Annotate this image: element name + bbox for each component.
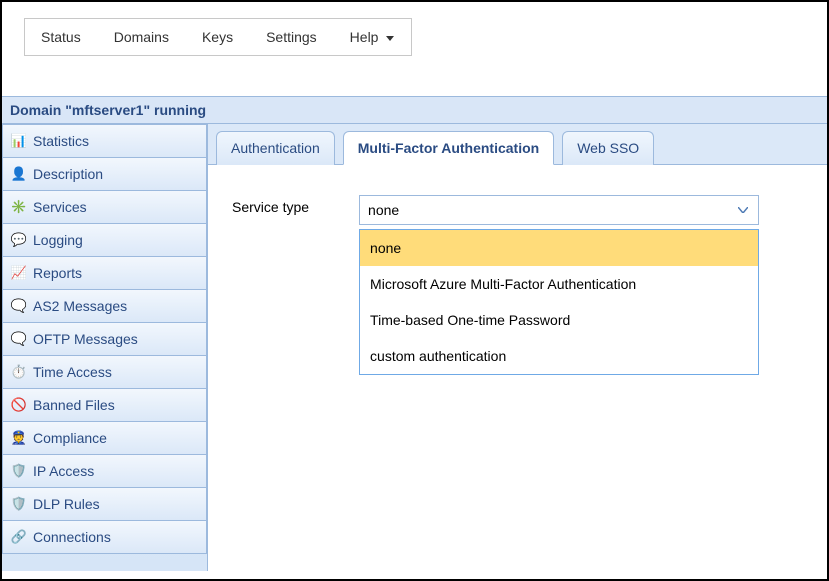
nav-help[interactable]: Help	[334, 19, 412, 55]
tab-strip: Authentication Multi-Factor Authenticati…	[208, 124, 827, 165]
dlp-rules-icon: 🛡️	[11, 496, 27, 512]
connections-icon: 🔗	[11, 529, 27, 545]
sidebar-item-label: Connections	[33, 529, 111, 545]
chevron-down-icon	[734, 196, 752, 224]
main-area: 📊 Statistics 👤 Description ✳️ Services 💬…	[2, 124, 827, 571]
sidebar-item-label: Description	[33, 166, 103, 182]
time-access-icon: ⏱️	[11, 364, 27, 380]
nav-status[interactable]: Status	[25, 19, 98, 55]
sidebar-item-label: Logging	[33, 232, 83, 248]
chevron-down-icon	[386, 36, 394, 41]
as2-icon: 🗨️	[11, 298, 27, 314]
sidebar-item-time-access[interactable]: ⏱️ Time Access	[2, 356, 207, 389]
content-panel: Authentication Multi-Factor Authenticati…	[208, 124, 827, 255]
service-type-select-wrap: none none Microsoft Azure Multi-Factor A…	[359, 195, 759, 225]
sidebar-item-label: Banned Files	[33, 397, 115, 413]
compliance-icon: 👮	[11, 430, 27, 446]
ip-access-icon: 🛡️	[11, 463, 27, 479]
service-type-label: Service type	[232, 195, 309, 215]
service-type-option-azure[interactable]: Microsoft Azure Multi-Factor Authenticat…	[360, 266, 758, 302]
nav-settings[interactable]: Settings	[250, 19, 334, 55]
nav-domains[interactable]: Domains	[98, 19, 186, 55]
tab-body: Service type none none Microsoft Azure M…	[208, 165, 827, 255]
sidebar-item-services[interactable]: ✳️ Services	[2, 191, 207, 224]
service-type-option-totp[interactable]: Time-based One-time Password	[360, 302, 758, 338]
banned-files-icon: 🚫	[11, 397, 27, 413]
statistics-icon: 📊	[11, 133, 27, 149]
service-type-select[interactable]: none	[359, 195, 759, 225]
sidebar-item-label: Time Access	[33, 364, 112, 380]
nav-help-label: Help	[350, 29, 379, 45]
tab-web-sso[interactable]: Web SSO	[562, 131, 654, 165]
sidebar-item-label: Services	[33, 199, 87, 215]
sidebar-item-logging[interactable]: 💬 Logging	[2, 224, 207, 257]
tab-mfa[interactable]: Multi-Factor Authentication	[343, 131, 554, 165]
service-type-option-custom[interactable]: custom authentication	[360, 338, 758, 374]
sidebar-item-dlp-rules[interactable]: 🛡️ DLP Rules	[2, 488, 207, 521]
logging-icon: 💬	[11, 232, 27, 248]
service-type-option-none[interactable]: none	[360, 230, 758, 266]
tab-authentication[interactable]: Authentication	[216, 131, 335, 165]
sidebar-item-description[interactable]: 👤 Description	[2, 158, 207, 191]
oftp-icon: 🗨️	[11, 331, 27, 347]
sidebar-item-statistics[interactable]: 📊 Statistics	[2, 124, 207, 158]
services-icon: ✳️	[11, 199, 27, 215]
sidebar-item-ip-access[interactable]: 🛡️ IP Access	[2, 455, 207, 488]
sidebar-item-label: DLP Rules	[33, 496, 100, 512]
top-nav: Status Domains Keys Settings Help	[24, 18, 412, 56]
sidebar-item-label: OFTP Messages	[33, 331, 138, 347]
service-type-row: Service type none none Microsoft Azure M…	[232, 195, 803, 225]
sidebar-item-connections[interactable]: 🔗 Connections	[2, 521, 207, 554]
sidebar-item-label: Compliance	[33, 430, 107, 446]
domain-status-bar: Domain "mftserver1" running	[2, 96, 827, 124]
sidebar: 📊 Statistics 👤 Description ✳️ Services 💬…	[2, 124, 208, 571]
sidebar-item-label: Reports	[33, 265, 82, 281]
sidebar-item-label: IP Access	[33, 463, 94, 479]
sidebar-item-banned-files[interactable]: 🚫 Banned Files	[2, 389, 207, 422]
sidebar-item-label: Statistics	[33, 133, 89, 149]
sidebar-item-as2-messages[interactable]: 🗨️ AS2 Messages	[2, 290, 207, 323]
service-type-value: none	[368, 202, 399, 218]
nav-keys[interactable]: Keys	[186, 19, 250, 55]
description-icon: 👤	[11, 166, 27, 182]
sidebar-item-oftp-messages[interactable]: 🗨️ OFTP Messages	[2, 323, 207, 356]
service-type-dropdown: none Microsoft Azure Multi-Factor Authen…	[359, 229, 759, 375]
sidebar-item-label: AS2 Messages	[33, 298, 127, 314]
reports-icon: 📈	[11, 265, 27, 281]
sidebar-item-reports[interactable]: 📈 Reports	[2, 257, 207, 290]
sidebar-item-compliance[interactable]: 👮 Compliance	[2, 422, 207, 455]
